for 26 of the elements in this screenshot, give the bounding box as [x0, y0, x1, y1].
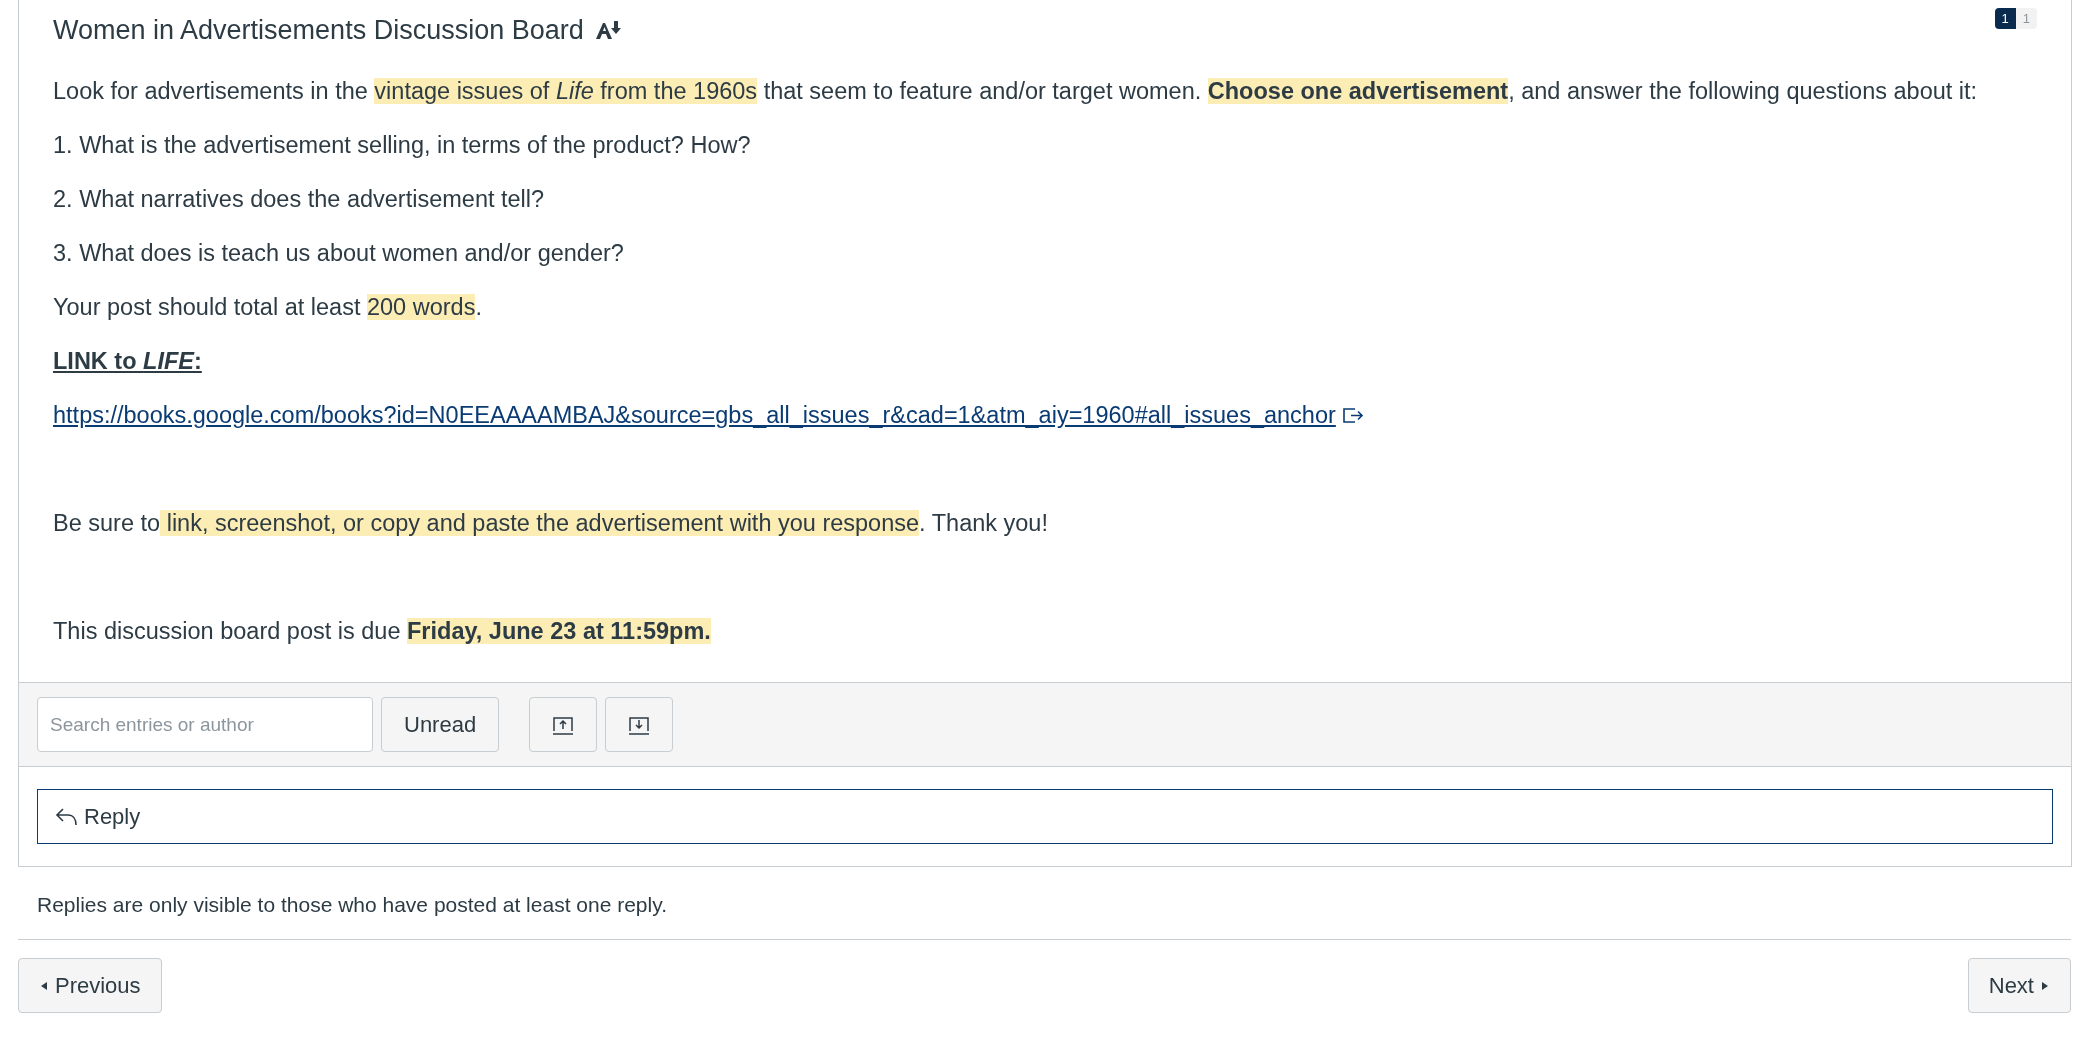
previous-button[interactable]: Previous	[18, 958, 162, 1013]
expand-button[interactable]	[529, 697, 598, 752]
download-icon	[628, 714, 651, 735]
next-button[interactable]: Next	[1967, 958, 2071, 1013]
body-paragraph: 1. What is the advertisement selling, in terms of the product? How?	[53, 131, 752, 160]
unread-filter-button[interactable]: Unread	[381, 697, 500, 752]
unread-count: 1	[1994, 8, 2016, 29]
body-paragraph: This discussion board post is due Friday, June 23 at 11:59pm.	[53, 617, 712, 646]
body-paragraph: Your post should total at least 200 words.	[53, 293, 483, 322]
left-triangle-icon	[39, 980, 49, 991]
collapse-button[interactable]	[605, 697, 674, 752]
topic-title: Women in Advertisements Discussion Board	[53, 14, 584, 46]
body-paragraph: 3. What does is teach us about women and/or gender?	[53, 239, 625, 268]
body-paragraph: 2. What narratives does the advertisement tell?	[53, 185, 546, 214]
reply-icon	[54, 805, 80, 828]
visibility-notice: Replies are only visible to those who have posted at least one reply.	[37, 893, 668, 918]
reply-button[interactable]: Reply	[37, 789, 2053, 844]
body-paragraph: Look for advertisements in the vintage issues of Life from the 1960s that seem to feature and/or target women. Choose one advertisement, and answer the following questions about it:	[53, 77, 1979, 106]
total-count: 1	[2015, 8, 2037, 29]
search-field[interactable]: Search entries or author	[37, 697, 373, 752]
section-heading: LINK to LIFE:	[53, 347, 203, 376]
body-paragraph: Be sure to link, screenshot, or copy and paste the advertisement with you response. Thank you!	[53, 509, 1049, 538]
right-triangle-icon	[2040, 980, 2050, 991]
external-link[interactable]: https://books.google.com/books?id=N0EEAAAAMBAJ&source=gbs_all_issues_r&cad=1&atm_aiy=1960#all_issues_anchor	[53, 388, 1364, 442]
external-link-icon	[1341, 406, 1364, 424]
upload-icon	[552, 714, 575, 735]
